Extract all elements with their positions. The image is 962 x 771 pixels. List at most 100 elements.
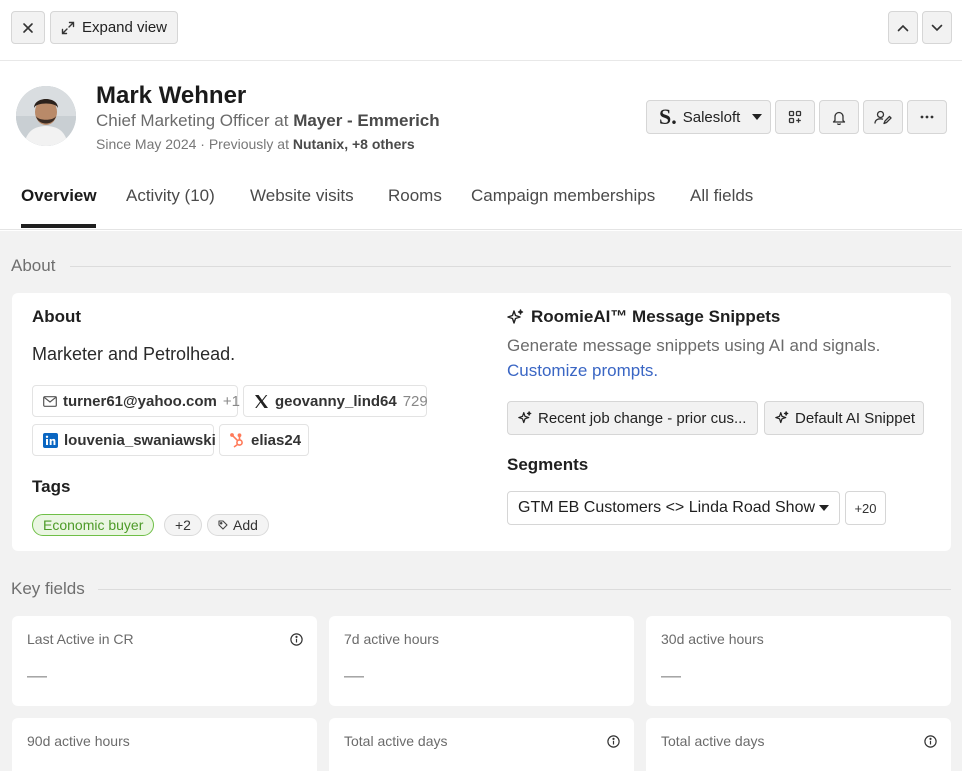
email-chip[interactable]: turner61@yahoo.com +1 — [32, 385, 240, 417]
snippet-2-label: Default AI Snippet — [795, 409, 916, 427]
segment-select[interactable]: GTM EB Customers <> Linda Road Show — [507, 491, 840, 525]
key-field-card: Last Active in CR — — [12, 616, 317, 706]
snippet-1-label: Recent job change - prior cus... — [538, 409, 747, 427]
linkedin-handle: louvenia_swaniawski — [64, 431, 216, 449]
next-record-button[interactable] — [922, 11, 952, 44]
caret-down-icon — [819, 505, 829, 511]
tab-activity[interactable]: Activity (10) — [126, 186, 215, 206]
tab-all-fields[interactable]: All fields — [690, 186, 753, 206]
user-edit-icon — [874, 110, 892, 125]
key-field-label: Total active days — [344, 733, 448, 749]
x-profile-chip[interactable]: geovanny_lind64 729 — [243, 385, 428, 417]
active-tab-indicator — [21, 224, 96, 228]
key-field-label: Last Active in CR — [27, 631, 134, 647]
notifications-button[interactable] — [819, 100, 859, 134]
close-button[interactable] — [11, 11, 45, 44]
hubspot-icon — [230, 432, 245, 448]
assign-owner-button[interactable] — [863, 100, 903, 134]
ai-snippets-title-text: RoomieAI™ Message Snippets — [531, 307, 781, 326]
key-field-label: 7d active hours — [344, 631, 439, 647]
hubspot-handle: elias24 — [251, 431, 302, 449]
salesloft-label: Salesloft — [682, 108, 741, 126]
key-field-card: 30d active hours — — [646, 616, 951, 706]
tab-campaign-memberships[interactable]: Campaign memberships — [471, 186, 655, 206]
email-more-count: +1 — [222, 392, 240, 410]
avatar — [16, 86, 76, 146]
key-field-card: 90d active hours — [12, 718, 317, 771]
expand-view-button[interactable]: Expand view — [50, 11, 178, 44]
segment-selected-value: GTM EB Customers <> Linda Road Show — [518, 499, 816, 516]
x-logo-icon — [254, 394, 269, 409]
caret-down-icon — [752, 114, 763, 120]
about-card-title: About — [32, 307, 82, 326]
key-field-value: — — [27, 665, 47, 687]
tag-icon — [218, 520, 228, 530]
salesloft-logo: S. — [659, 104, 677, 129]
key-field-card: 7d active hours — — [329, 616, 634, 706]
close-icon — [22, 22, 34, 34]
employment-history: Since May 2024 · Previously at Nutanix, … — [96, 136, 415, 152]
contact-name: Mark Wehner — [96, 82, 247, 109]
bell-icon — [832, 110, 846, 125]
contact-role: Chief Marketing Officer at Mayer - Emmer… — [96, 111, 440, 131]
bio-text: Marketer and Petrolhead. — [32, 344, 236, 364]
email-address: turner61@yahoo.com — [63, 392, 217, 410]
role-at: at — [274, 111, 289, 130]
ai-description: Generate message snippets using AI and s… — [507, 333, 927, 383]
grid-plus-icon — [788, 110, 802, 124]
add-tag-button[interactable]: Add — [207, 514, 269, 536]
tag-economic-buyer[interactable]: Economic buyer — [32, 514, 155, 536]
sparkle-icon — [775, 411, 789, 425]
more-actions-button[interactable] — [907, 100, 947, 134]
add-tag-label: Add — [233, 517, 258, 533]
linkedin-icon — [43, 432, 58, 448]
key-field-card: Total active days — [646, 718, 951, 771]
segments-more-button[interactable]: +20 — [845, 491, 886, 525]
key-field-label: 30d active hours — [661, 631, 764, 647]
expand-icon — [61, 21, 75, 35]
company-link[interactable]: Mayer - Emmerich — [293, 111, 439, 130]
linkedin-chip[interactable]: louvenia_swaniawski — [32, 424, 216, 456]
add-to-grid-button[interactable] — [775, 100, 815, 134]
key-fields-title: Key fields — [11, 579, 85, 598]
key-field-card: Total active days — [329, 718, 634, 771]
customize-prompts-link[interactable]: Customize prompts. — [507, 361, 658, 380]
tags-more-count[interactable]: +2 — [164, 514, 202, 536]
tab-bar: Overview Activity (10) Website visits Ro… — [0, 172, 962, 230]
default-ai-snippet-button[interactable]: Default AI Snippet — [764, 401, 924, 435]
section-divider — [70, 266, 951, 267]
recent-job-change-snippet-button[interactable]: Recent job change - prior cus... — [507, 401, 758, 435]
sparkle-icon — [507, 308, 524, 326]
previous-companies-link[interactable]: Nutanix, +8 others — [293, 136, 415, 152]
section-divider — [98, 589, 951, 590]
hubspot-chip[interactable]: elias24 — [219, 424, 309, 456]
tags-title: Tags — [32, 477, 71, 496]
mail-icon — [43, 395, 57, 407]
ai-description-text: Generate message snippets using AI and s… — [507, 336, 881, 355]
key-field-value: — — [344, 665, 364, 687]
top-bar: Expand view — [0, 0, 962, 61]
info-icon[interactable] — [290, 633, 303, 646]
x-handle: geovanny_lind64 — [275, 392, 397, 410]
more-horizontal-icon — [920, 115, 934, 119]
key-field-value: — — [661, 665, 681, 687]
chevron-up-icon — [897, 24, 909, 32]
info-icon[interactable] — [924, 735, 937, 748]
info-icon[interactable] — [607, 735, 620, 748]
previous-record-button[interactable] — [888, 11, 918, 44]
tab-overview[interactable]: Overview — [21, 186, 97, 206]
expand-view-label: Expand view — [81, 19, 168, 36]
role-title: Chief Marketing Officer — [96, 111, 270, 130]
tab-website-visits[interactable]: Website visits — [250, 186, 354, 206]
key-field-label: 90d active hours — [27, 733, 130, 749]
about-section-title: About — [11, 256, 56, 275]
x-follower-count: 729 — [402, 392, 428, 410]
key-field-label: Total active days — [661, 733, 765, 749]
sparkle-icon — [518, 411, 532, 425]
since-text: Since May 2024 · Previously at — [96, 136, 289, 152]
salesloft-button[interactable]: S. Salesloft — [646, 100, 771, 134]
segments-title: Segments — [507, 455, 589, 474]
chevron-down-icon — [931, 24, 943, 32]
ai-snippets-title: RoomieAI™ Message Snippets — [507, 307, 780, 327]
tab-rooms[interactable]: Rooms — [388, 186, 442, 206]
